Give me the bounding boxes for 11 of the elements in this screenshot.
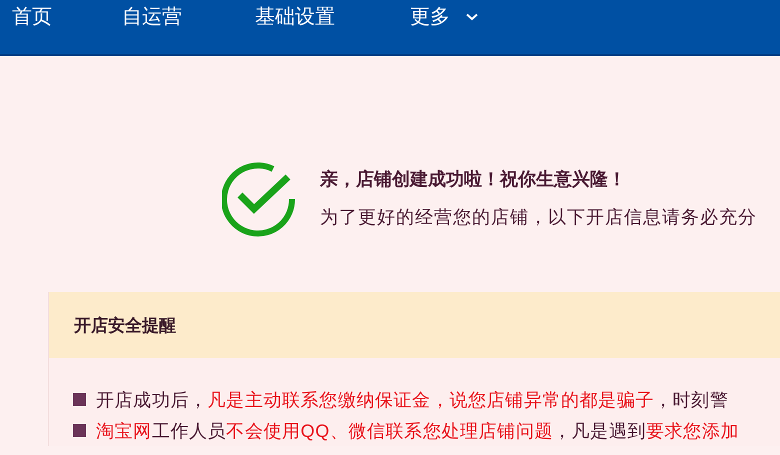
bullet-icon — [73, 424, 86, 437]
nav-link[interactable]: 首页 — [12, 0, 122, 34]
nav-link[interactable]: 自运营 — [122, 0, 255, 34]
success-subtitle: 为了更好的经营您的店铺，以下开店信息请务必充分 — [320, 206, 757, 229]
bullet-icon — [73, 393, 86, 406]
nav-link[interactable]: 基础设置 — [255, 0, 410, 34]
success-title: 亲，店铺创建成功啦！祝你生意兴隆！ — [320, 168, 627, 191]
nav-link[interactable]: 更多 — [410, 0, 478, 34]
notice-title: 开店安全提醒 — [74, 314, 176, 336]
notice-text: 开店成功后，凡是主动联系您缴纳保证金，说您店铺异常的都是骗子，时刻警 — [96, 388, 728, 412]
notice-text: 淘宝网工作人员不会使用QQ、微信联系您处理店铺问题，凡是遇到要求您添加 — [96, 420, 740, 442]
